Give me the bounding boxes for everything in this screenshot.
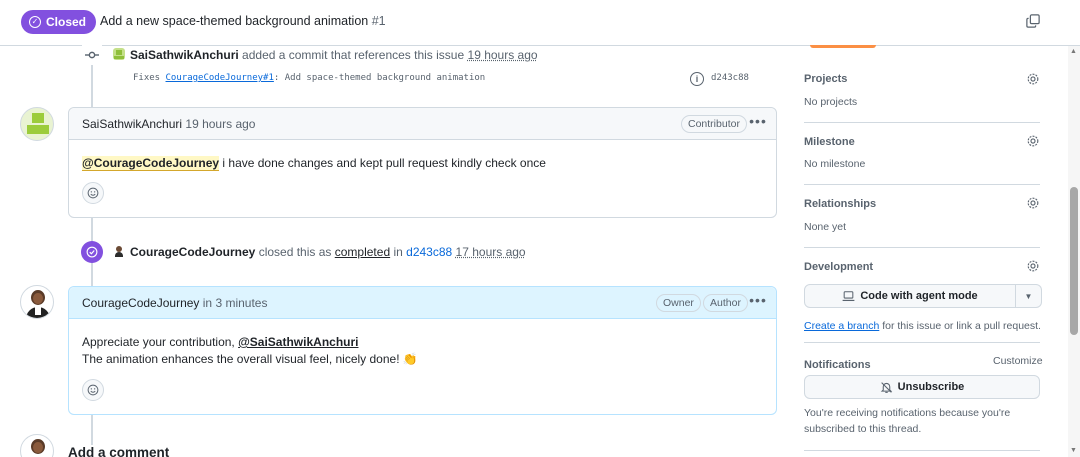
comment-meta: SaiSathwikAnchuri 19 hours ago — [82, 117, 255, 131]
comment-author[interactable]: SaiSathwikAnchuri — [82, 117, 182, 131]
code-with-agent-button[interactable]: Code with agent mode — [804, 284, 1016, 308]
comment-header: CourageCodeJourney in 3 minutes Owner Au… — [69, 287, 776, 319]
scroll-down-icon[interactable]: ▼ — [1070, 447, 1077, 454]
avatar[interactable] — [113, 245, 125, 257]
closed-in: in — [393, 245, 402, 259]
mention[interactable]: @CourageCodeJourney — [82, 156, 219, 171]
commit-action: added a commit that references this issu… — [242, 48, 464, 62]
commit-event-text: SaiSathwikAnchuri added a commit that re… — [130, 48, 538, 62]
comment-header: SaiSathwikAnchuri 19 hours ago Contribut… — [69, 108, 776, 140]
avatar[interactable] — [20, 107, 54, 141]
scroll-up-icon[interactable]: ▲ — [1070, 48, 1077, 55]
comment-time-prefix: in — [203, 296, 212, 310]
agent-dropdown-button[interactable]: ▼ — [1016, 284, 1042, 308]
create-branch-link[interactable]: Create a branch — [804, 320, 879, 332]
sidebar-label: Projects — [804, 73, 847, 85]
sidebar-relationships: Relationships None yet — [804, 185, 1040, 245]
avatar[interactable] — [20, 285, 54, 319]
issue-title: Add a new space-themed background animat… — [100, 14, 386, 28]
issue-title-text: Add a new space-themed background animat… — [100, 14, 368, 28]
sidebar-projects: Projects No projects — [804, 60, 1040, 120]
comment-box: SaiSathwikAnchuri 19 hours ago Contribut… — [68, 107, 777, 218]
check-circle-icon: ✓ — [29, 16, 41, 28]
comment-body: @CourageCodeJourney i have done changes … — [82, 156, 546, 170]
commit-message-rest: : Add space-themed background animation — [274, 73, 485, 83]
add-reaction-icon[interactable] — [82, 379, 104, 401]
commit-message: Fixes CourageCodeJourney#1: Add space-th… — [133, 73, 485, 83]
info-icon[interactable]: i — [690, 72, 704, 86]
notification-note-line2: subscribed to this thread. — [804, 423, 921, 435]
sidebar-label: Milestone — [804, 136, 855, 148]
unsubscribe-button[interactable]: Unsubscribe — [804, 375, 1040, 399]
copy-icon[interactable] — [1026, 14, 1040, 28]
scrollbar-thumb[interactable] — [1070, 187, 1078, 335]
commit-icon — [82, 45, 102, 65]
more-options-icon[interactable]: ••• — [748, 114, 768, 132]
closed-state[interactable]: completed — [335, 245, 390, 259]
notifications-label: Notifications — [804, 359, 871, 371]
gear-icon[interactable] — [1026, 134, 1040, 148]
closed-time[interactable]: 17 hours ago — [456, 245, 526, 259]
more-options-icon[interactable]: ••• — [748, 293, 768, 311]
avatar — [20, 434, 54, 457]
commit-issue-link[interactable]: CourageCodeJourney#1 — [166, 73, 274, 83]
customize-link[interactable]: Customize — [993, 355, 1043, 367]
commit-sha[interactable]: d243c88 — [711, 73, 749, 83]
code-with-agent-label: Code with agent mode — [860, 290, 977, 302]
comment-box-owner: CourageCodeJourney in 3 minutes Owner Au… — [68, 286, 777, 415]
divider — [804, 450, 1040, 451]
commit-time[interactable]: 19 hours ago — [468, 48, 538, 62]
gear-icon[interactable] — [1026, 259, 1040, 273]
closed-commit-sha[interactable]: d243c88 — [406, 245, 452, 259]
gear-icon[interactable] — [1026, 72, 1040, 86]
unsubscribe-label: Unsubscribe — [898, 381, 965, 393]
commit-author[interactable]: SaiSathwikAnchuri — [130, 48, 239, 62]
gear-icon[interactable] — [1026, 196, 1040, 210]
add-reaction-icon[interactable] — [82, 182, 104, 204]
sidebar-milestone: Milestone No milestone — [804, 123, 1040, 183]
comment-text: Appreciate your contribution, — [82, 335, 238, 349]
comment-author[interactable]: CourageCodeJourney — [82, 296, 199, 310]
mention[interactable]: @SaiSathwikAnchuri — [238, 335, 358, 349]
development-note-text: for this issue or link a pull request. — [879, 320, 1041, 332]
comment-body-line2: The animation enhances the overall visua… — [82, 352, 418, 366]
comment-text: i have done changes and kept pull reques… — [219, 156, 546, 170]
sidebar-label: Development — [804, 261, 873, 273]
comment-meta: CourageCodeJourney in 3 minutes — [82, 296, 267, 310]
laptop-icon — [842, 291, 855, 302]
closed-event-text: CourageCodeJourney closed this as comple… — [130, 245, 526, 259]
closed-by-user[interactable]: CourageCodeJourney — [130, 245, 255, 259]
sidebar-value: None yet — [804, 221, 846, 233]
status-label: Closed — [46, 15, 86, 29]
sidebar-label: Relationships — [804, 198, 876, 210]
commit-message-prefix: Fixes — [133, 73, 160, 83]
author-badge: Author — [703, 294, 748, 312]
label-edge — [810, 45, 876, 48]
owner-badge: Owner — [656, 294, 701, 312]
comment-body-line1: Appreciate your contribution, @SaiSathwi… — [82, 335, 359, 349]
role-badge: Contributor — [681, 115, 747, 133]
issue-number: #1 — [372, 14, 386, 28]
chevron-down-icon: ▼ — [1025, 292, 1033, 301]
notification-note-line1: You're receiving notifications because y… — [804, 407, 1010, 419]
add-comment-heading: Add a comment — [68, 445, 169, 457]
development-note: Create a branch for this issue or link a… — [804, 320, 1041, 332]
avatar[interactable] — [113, 48, 125, 60]
comment-time[interactable]: 3 minutes — [215, 296, 267, 310]
closed-event-icon — [81, 241, 103, 263]
timeline-rail — [91, 415, 93, 445]
sidebar-value: No projects — [804, 96, 857, 108]
sidebar-value: No milestone — [804, 158, 865, 170]
bell-slash-icon — [880, 381, 893, 394]
divider — [804, 342, 1040, 343]
status-badge: ✓ Closed — [21, 10, 96, 34]
issue-header: ✓ Closed Add a new space-themed backgrou… — [0, 0, 1080, 46]
closed-action: closed this as — [259, 245, 332, 259]
comment-time[interactable]: 19 hours ago — [185, 117, 255, 131]
